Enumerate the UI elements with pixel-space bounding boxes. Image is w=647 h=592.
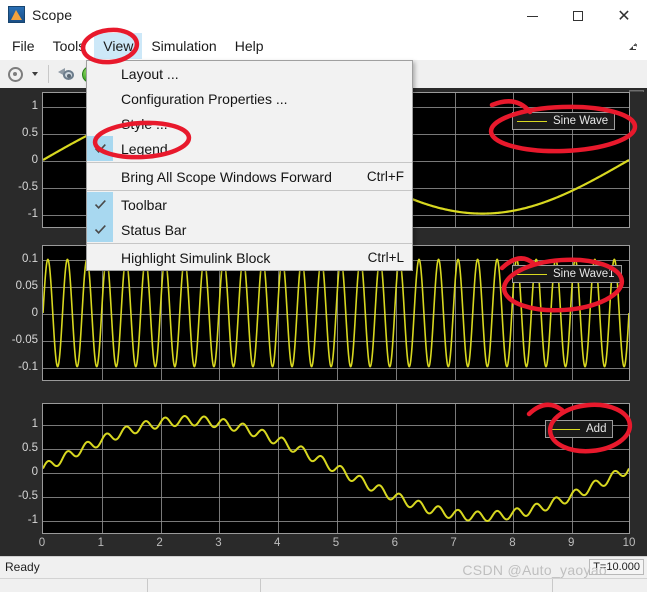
x-tick-label: 1 — [97, 537, 104, 549]
menu-tools[interactable]: Tools — [44, 33, 95, 59]
minimize-button[interactable] — [509, 0, 555, 32]
status-message: Ready — [5, 560, 40, 574]
plot-2-legend[interactable]: Sine Wave1 — [512, 265, 622, 283]
menu-item-style[interactable]: Style ... — [87, 111, 412, 136]
plot-3-legend[interactable]: Add — [545, 420, 614, 438]
y-tick-label: 0.5 — [22, 127, 38, 139]
maximize-icon — [573, 11, 583, 21]
x-tick-label: 5 — [332, 537, 340, 549]
window-controls: ✕ — [509, 0, 647, 32]
watermark-text: CSDN @Auto_yaoyao — [462, 562, 607, 578]
y-tick-label: -0.05 — [11, 334, 38, 346]
menu-item-shortcut: Ctrl+L — [367, 250, 404, 265]
legend-label: Add — [586, 423, 607, 435]
checkmark-icon — [87, 192, 113, 217]
x-tick-label: 9 — [567, 537, 575, 549]
menu-item-legend[interactable]: Legend — [87, 136, 412, 161]
menu-bar-items: File Tools View Simulation Help — [3, 32, 273, 60]
x-tick-label: 2 — [156, 537, 163, 549]
y-tick-label: -0.1 — [18, 361, 38, 373]
scope-configuration-button[interactable] — [55, 63, 77, 85]
menu-item-label: Style ... — [121, 115, 168, 132]
y-tick-label: 0 — [31, 307, 38, 319]
plot-1-legend[interactable]: Sine Wave — [512, 112, 616, 130]
menu-item-label: Bring All Scope Windows Forward — [121, 168, 332, 185]
x-tick-label: 7 — [450, 537, 457, 549]
menu-simulation[interactable]: Simulation — [142, 33, 225, 59]
y-tick-label: 0.1 — [22, 253, 38, 265]
caret-down-icon — [32, 72, 38, 76]
checkmark-icon — [87, 217, 113, 242]
y-tick-label: 1 — [31, 100, 38, 112]
title-bar-left: Scope — [8, 6, 72, 23]
menu-item-label: Highlight Simulink Block — [121, 249, 271, 266]
window-title: Scope — [32, 6, 73, 23]
y-tick-label: -1 — [27, 514, 38, 526]
menu-overflow-arrow-icon[interactable] — [627, 40, 639, 52]
bottom-strip-divider — [147, 579, 148, 592]
legend-line-swatch — [517, 120, 547, 122]
y-tick-label: -0.5 — [18, 181, 38, 193]
menu-file[interactable]: File — [3, 33, 44, 59]
menu-item-highlight-simulink-block[interactable]: Highlight Simulink Block Ctrl+L — [87, 245, 412, 270]
scope-window: Scope ✕ File Tools View Simulation Help — [0, 0, 647, 592]
view-dropdown-menu: Layout ... Configuration Properties ... … — [86, 60, 413, 271]
configuration-gear-button[interactable] — [4, 63, 26, 85]
minimize-icon — [526, 15, 538, 17]
y-tick-label: 0 — [31, 154, 38, 166]
legend-line-swatch — [517, 273, 547, 275]
title-bar: Scope ✕ — [0, 0, 647, 32]
menu-item-label: Toolbar — [121, 196, 167, 213]
x-tick-label: 0 — [38, 537, 46, 549]
menu-item-label: Legend — [121, 140, 168, 157]
scope-config-icon — [57, 67, 75, 82]
x-tick-label: 3 — [215, 537, 222, 549]
menu-item-toolbar[interactable]: Toolbar — [87, 192, 412, 217]
menu-item-label: Status Bar — [121, 221, 187, 238]
plot-3-axes[interactable] — [42, 403, 630, 534]
matlab-scope-icon — [8, 6, 25, 23]
plot-3-trace — [43, 404, 629, 533]
x-tick-label: 8 — [509, 537, 516, 549]
menu-view[interactable]: View — [94, 33, 143, 59]
menu-help[interactable]: Help — [226, 33, 273, 59]
maximize-button[interactable] — [555, 0, 601, 32]
menu-item-label: Configuration Properties ... — [121, 90, 288, 107]
menu-bar: File Tools View Simulation Help — [0, 32, 647, 60]
menu-separator — [87, 190, 412, 191]
menu-item-label: Layout ... — [121, 65, 179, 82]
x-tick-label: 6 — [391, 537, 398, 549]
bottom-strip — [0, 578, 647, 592]
y-tick-label: 0.05 — [15, 280, 38, 292]
legend-label: Sine Wave — [553, 115, 609, 127]
legend-label: Sine Wave1 — [553, 268, 615, 280]
menu-separator — [87, 243, 412, 244]
y-tick-label: -1 — [27, 208, 38, 220]
menu-separator — [87, 162, 412, 163]
menu-item-status-bar[interactable]: Status Bar — [87, 217, 412, 242]
menu-item-bring-all-scope-windows-forward[interactable]: Bring All Scope Windows Forward Ctrl+F — [87, 164, 412, 189]
toolbar-separator — [48, 65, 49, 83]
close-icon: ✕ — [617, 6, 631, 25]
menu-item-configuration-properties[interactable]: Configuration Properties ... — [87, 86, 412, 111]
plot-1-y-axis-labels: 1 0.5 0 -0.5 -1 — [0, 92, 38, 236]
y-tick-label: 0.5 — [22, 442, 38, 454]
x-tick-label: 10 — [622, 537, 636, 549]
y-tick-label: 0 — [31, 466, 38, 478]
bottom-strip-divider — [260, 579, 261, 592]
menu-item-layout[interactable]: Layout ... — [87, 61, 412, 86]
x-tick-label: 4 — [273, 537, 281, 549]
y-tick-label: -0.5 — [18, 490, 38, 502]
plot-2-y-axis-labels: 0.1 0.05 0 -0.05 -0.1 — [0, 245, 38, 389]
y-tick-label: 1 — [31, 418, 38, 430]
close-button[interactable]: ✕ — [601, 0, 647, 32]
legend-line-swatch — [550, 428, 580, 430]
menu-item-shortcut: Ctrl+F — [366, 169, 404, 184]
gear-icon — [7, 66, 23, 82]
plot-3: 1 0.5 0 -0.5 -1 Add 0 1 2 3 4 5 6 7 8 9 … — [0, 398, 647, 556]
bottom-strip-divider — [552, 579, 553, 592]
plot-3-y-axis-labels: 1 0.5 0 -0.5 -1 — [0, 398, 38, 556]
configuration-dropdown-button[interactable] — [28, 63, 42, 85]
checkmark-icon — [87, 136, 113, 161]
